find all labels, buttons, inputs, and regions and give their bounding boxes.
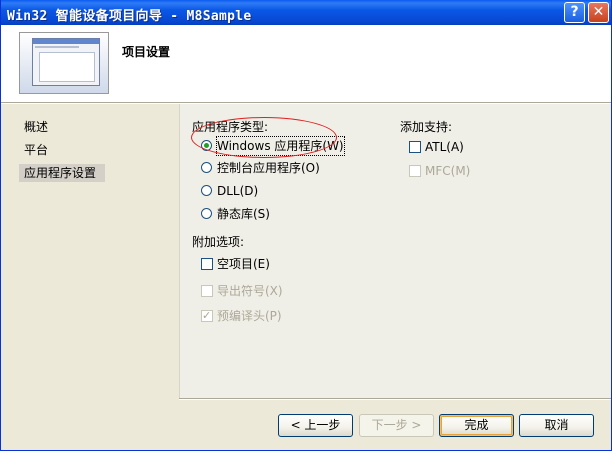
- next-button[interactable]: 下一步 >: [359, 414, 434, 437]
- radio-indicator[interactable]: [201, 208, 212, 219]
- nav-item-overview[interactable]: 概述: [19, 118, 105, 136]
- cancel-button[interactable]: 取消: [519, 414, 594, 437]
- checkbox-box[interactable]: [409, 165, 421, 177]
- title-bar[interactable]: Win32 智能设备项目向导 - M8Sample ? ✕: [1, 0, 611, 25]
- app-type-label: 应用程序类型:: [192, 120, 269, 134]
- back-button[interactable]: < 上一步: [278, 414, 353, 437]
- help-button[interactable]: ?: [564, 2, 585, 23]
- radio-indicator[interactable]: [201, 162, 212, 173]
- wizard-window: Win32 智能设备项目向导 - M8Sample ? ✕ 项目设置 概述 平台…: [0, 0, 612, 451]
- add-support-label: 添加支持:: [400, 120, 453, 134]
- window-title: Win32 智能设备项目向导 - M8Sample: [7, 9, 252, 24]
- wizard-header: 项目设置: [1, 25, 611, 102]
- checkbox-box[interactable]: [201, 307, 213, 325]
- extra-options-label: 附加选项:: [192, 235, 245, 249]
- radio-indicator[interactable]: [201, 185, 212, 196]
- checkbox-box[interactable]: [409, 141, 421, 153]
- wizard-nav: 概述 平台 应用程序设置: [1, 104, 179, 449]
- footer-divider: [179, 398, 611, 400]
- window-thumbnail-icon: [19, 32, 109, 94]
- finish-button[interactable]: 完成: [439, 414, 514, 437]
- radio-indicator[interactable]: [201, 140, 212, 151]
- nav-item-platform[interactable]: 平台: [19, 141, 105, 159]
- nav-item-app-settings[interactable]: 应用程序设置: [19, 164, 105, 182]
- page-title: 项目设置: [122, 45, 171, 59]
- checkbox-box[interactable]: [201, 285, 213, 297]
- close-button[interactable]: ✕: [588, 2, 609, 23]
- checkbox-box[interactable]: [201, 258, 213, 270]
